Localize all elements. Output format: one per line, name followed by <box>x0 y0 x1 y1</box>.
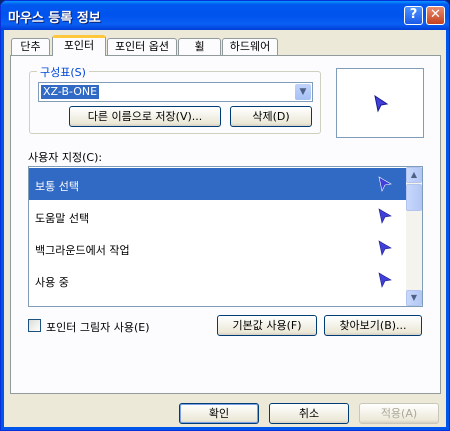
scheme-label: 구성표(S) <box>37 64 89 80</box>
scroll-thumb[interactable] <box>406 184 422 211</box>
tab-hardware[interactable]: 하드웨어 <box>222 38 278 55</box>
arrow-cursor-icon <box>378 176 392 192</box>
list-item-label: 보통 선택 <box>35 180 79 193</box>
list-item-working-background[interactable]: 백그라운드에서 작업 <box>29 232 407 264</box>
list-item-label: 백그라운드에서 작업 <box>35 244 130 257</box>
scroll-up-icon[interactable]: ▲ <box>406 167 422 183</box>
browse-button[interactable]: 찾아보기(B)... <box>324 315 422 336</box>
mouse-properties-dialog: 마우스 등록 정보 ? ✕ 단추 포인터 포인터 옵션 휠 하드웨어 구성표(S… <box>0 0 450 431</box>
chevron-down-icon[interactable]: ▼ <box>295 84 311 100</box>
help-button[interactable]: ? <box>404 6 423 25</box>
pointer-shadow-label[interactable]: 포인터 그림자 사용(E) <box>46 319 150 335</box>
tab-buttons[interactable]: 단추 <box>11 38 50 55</box>
arrow-cursor-icon <box>374 95 389 113</box>
frame-right <box>446 30 449 430</box>
use-default-button[interactable]: 기본값 사용(F) <box>217 315 317 336</box>
apply-button[interactable]: 적용(A) <box>359 403 439 424</box>
tab-pointer-options[interactable]: 포인터 옵션 <box>107 38 177 55</box>
pointer-shadow-checkbox[interactable] <box>28 319 41 332</box>
list-item-normal-select[interactable]: 보통 선택 <box>29 168 407 200</box>
frame-bottom <box>1 427 449 430</box>
scheme-dropdown[interactable]: XZ-B-ONE ▼ <box>38 82 313 102</box>
window-title: 마우스 등록 정보 <box>8 11 101 26</box>
scroll-down-icon[interactable]: ▼ <box>406 290 422 306</box>
ok-button[interactable]: 확인 <box>179 403 259 424</box>
tab-wheel[interactable]: 휠 <box>178 38 221 55</box>
arrow-cursor-icon <box>378 272 392 288</box>
customize-label: 사용자 지정(C): <box>28 151 103 164</box>
scheme-selected-value: XZ-B-ONE <box>41 85 100 99</box>
list-item-label: 도움말 선택 <box>35 212 90 225</box>
title-bar[interactable]: 마우스 등록 정보 ? ✕ <box>1 1 449 30</box>
cursor-preview <box>336 68 424 138</box>
save-as-button[interactable]: 다른 이름으로 저장(V)... <box>69 106 221 127</box>
delete-button[interactable]: 삭제(D) <box>230 106 312 127</box>
list-item-label: 사용 중 <box>35 276 69 289</box>
close-button[interactable]: ✕ <box>426 6 445 25</box>
arrow-cursor-icon <box>378 240 392 256</box>
list-scrollbar[interactable]: ▲ ▼ <box>406 167 422 306</box>
cancel-button[interactable]: 취소 <box>269 403 349 424</box>
list-item-help-select[interactable]: 도움말 선택 <box>29 200 407 232</box>
tab-pointers[interactable]: 포인터 <box>52 35 106 56</box>
list-item-busy[interactable]: 사용 중 <box>29 264 407 296</box>
frame-left <box>1 30 4 430</box>
arrow-cursor-icon <box>378 208 392 224</box>
cursor-list[interactable]: 보통 선택 도움말 선택 백그라운드에서 작업 사용 중 ▲ ▼ <box>28 166 423 307</box>
